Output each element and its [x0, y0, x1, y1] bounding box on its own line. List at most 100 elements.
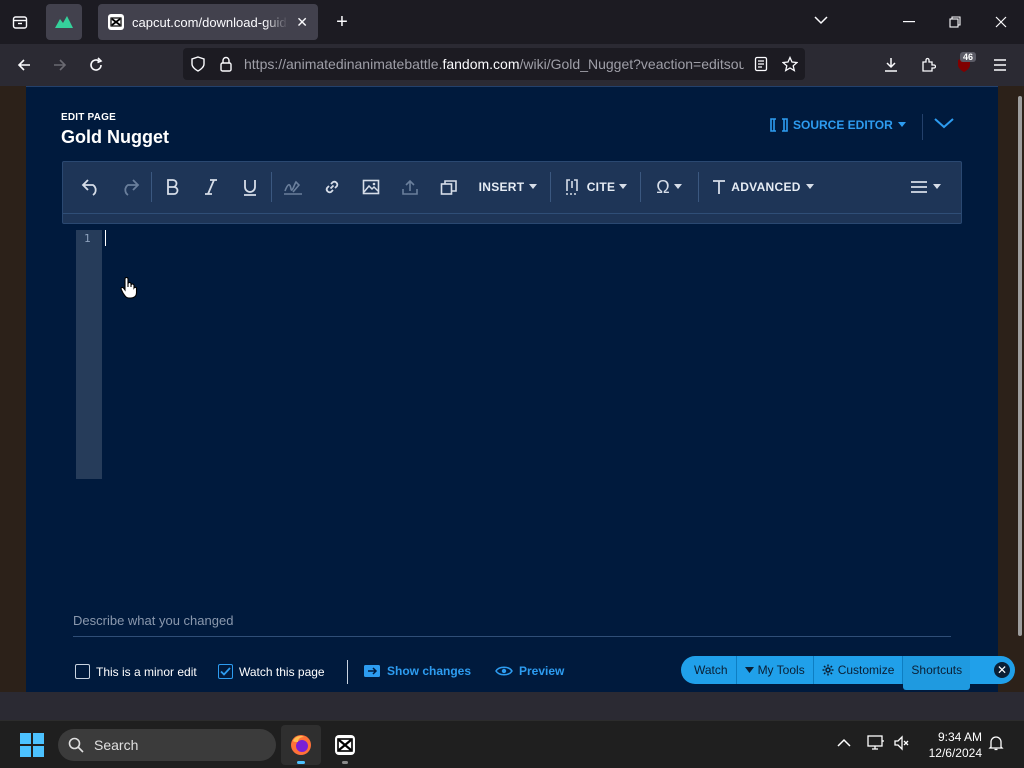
link-icon[interactable] — [320, 175, 344, 199]
preview-label: Preview — [519, 664, 565, 678]
toolbar-divider — [698, 172, 699, 202]
advanced-dropdown[interactable]: ADVANCED — [711, 175, 815, 199]
windows-start-icon[interactable] — [20, 733, 44, 757]
image-icon[interactable] — [359, 175, 383, 199]
gallery-icon[interactable] — [437, 175, 461, 199]
menu-icon[interactable] — [988, 53, 1012, 77]
caret-down-icon — [673, 184, 682, 189]
reader-view-icon[interactable] — [751, 54, 771, 74]
page-title: Gold Nugget — [61, 127, 169, 147]
cite-dropdown[interactable]: CITE — [562, 175, 630, 199]
insert-label: INSERT — [478, 180, 525, 194]
capcut-taskbar-icon[interactable] — [325, 725, 365, 765]
preview-button[interactable]: Preview — [495, 664, 564, 678]
hamburger-icon — [910, 181, 927, 193]
edit-summary-input[interactable]: Describe what you changed — [73, 613, 951, 637]
close-window-icon[interactable] — [989, 10, 1013, 34]
toolbar-divider — [550, 172, 551, 202]
text-caret — [105, 230, 106, 246]
source-editor-label: SOURCE EDITOR — [793, 118, 893, 132]
active-app-indicator — [297, 761, 305, 764]
close-icon[interactable]: ✕ — [992, 660, 1012, 680]
source-editor-dropdown[interactable]: SOURCE EDITOR — [770, 118, 906, 132]
chevron-up-icon[interactable] — [837, 735, 851, 753]
my-tools-dropdown[interactable]: My Tools — [737, 656, 814, 684]
signature-icon[interactable] — [281, 175, 305, 199]
volume-muted-icon[interactable] — [893, 735, 911, 756]
checkbox-checked[interactable] — [218, 664, 233, 679]
checkbox-unchecked[interactable] — [75, 664, 90, 679]
forward-icon[interactable] — [48, 53, 72, 77]
system-clock[interactable]: 9:34 AM 12/6/2024 — [920, 729, 982, 761]
watch-page-checkbox[interactable]: Watch this page — [218, 664, 325, 679]
extensions-icon[interactable] — [916, 53, 940, 77]
upload-icon[interactable] — [398, 175, 422, 199]
customize-button[interactable]: Customize — [814, 656, 904, 684]
minor-edit-checkbox[interactable]: This is a minor edit — [75, 664, 197, 679]
search-placeholder: Search — [94, 737, 139, 753]
fandom-tools-bar: Watch My Tools Customize Shortcuts — [681, 656, 1015, 690]
my-tools-label: My Tools — [757, 663, 805, 677]
open-app-indicator — [342, 761, 348, 764]
insert-dropdown[interactable]: INSERT — [477, 175, 539, 199]
windows-taskbar: Search 9:34 AM 12/6/2024 — [0, 720, 1024, 768]
minimize-icon[interactable] — [897, 10, 921, 34]
redo-icon[interactable] — [118, 175, 142, 199]
underline-icon[interactable] — [238, 175, 262, 199]
extension-badge: 46 — [960, 52, 977, 62]
pinned-tab-fandom[interactable] — [46, 4, 82, 40]
tab-capcut[interactable]: capcut.com/download-guidance ✕ — [98, 4, 318, 40]
taskbar-search[interactable]: Search — [58, 729, 276, 761]
bold-icon[interactable] — [160, 175, 184, 199]
eye-icon — [495, 666, 513, 676]
customize-label: Customize — [837, 663, 895, 677]
scrollbar-thumb[interactable] — [1018, 96, 1022, 636]
bookmark-star-icon[interactable] — [780, 54, 800, 74]
restore-icon[interactable] — [943, 10, 967, 34]
omega-icon: Ω — [656, 176, 670, 197]
line-number-gutter — [76, 230, 102, 479]
url-bar[interactable]: https://animatedinanimatebattle.fandom.c… — [183, 48, 805, 80]
show-changes-label: Show changes — [387, 664, 472, 678]
downloads-icon[interactable] — [879, 53, 903, 77]
cite-bracket-icon — [565, 179, 578, 195]
toolbar-divider — [271, 172, 272, 202]
toolbar-bottom-border — [63, 213, 961, 214]
tab-title: capcut.com/download-guidance — [132, 14, 288, 30]
tracking-shield-icon[interactable] — [188, 54, 208, 74]
undo-icon[interactable] — [79, 175, 103, 199]
capcut-favicon-icon — [108, 14, 124, 30]
editor-toolbar: INSERT CITE Ω ADVANCED — [62, 161, 962, 224]
firefox-taskbar-icon[interactable] — [281, 725, 321, 765]
new-tab-icon[interactable]: + — [330, 10, 354, 34]
clock-time: 9:34 AM — [937, 730, 982, 744]
list-all-tabs-icon[interactable] — [814, 12, 828, 30]
italic-icon[interactable] — [199, 175, 223, 199]
special-characters-dropdown[interactable]: Ω — [651, 175, 687, 199]
lock-icon[interactable] — [216, 54, 236, 74]
search-icon — [68, 737, 84, 753]
shortcuts-button[interactable]: Shortcuts — [903, 656, 971, 690]
line-number: 1 — [84, 232, 91, 245]
brackets-icon — [770, 118, 788, 132]
caret-down-icon — [619, 184, 628, 189]
notification-bell-icon[interactable] — [988, 735, 1004, 756]
network-icon[interactable] — [867, 735, 885, 756]
clock-date: 12/6/2024 — [928, 746, 982, 760]
advanced-label: ADVANCED — [731, 180, 801, 194]
shortcuts-label: Shortcuts — [911, 663, 963, 677]
caret-down-icon — [897, 122, 906, 127]
tab-close-icon[interactable]: ✕ — [296, 14, 308, 31]
back-icon[interactable] — [12, 53, 36, 77]
minor-edit-label: This is a minor edit — [96, 664, 197, 679]
caret-down-icon — [744, 667, 754, 673]
chevron-down-icon[interactable] — [933, 116, 955, 136]
fandom-favicon-icon — [55, 16, 73, 28]
hand-cursor-icon — [120, 277, 138, 304]
reload-icon[interactable] — [84, 53, 108, 77]
watch-button[interactable]: Watch — [681, 656, 737, 684]
more-options-dropdown[interactable] — [908, 175, 942, 199]
tab-list-icon[interactable] — [8, 10, 32, 34]
show-changes-button[interactable]: Show changes — [363, 664, 471, 678]
caret-down-icon — [529, 184, 538, 189]
